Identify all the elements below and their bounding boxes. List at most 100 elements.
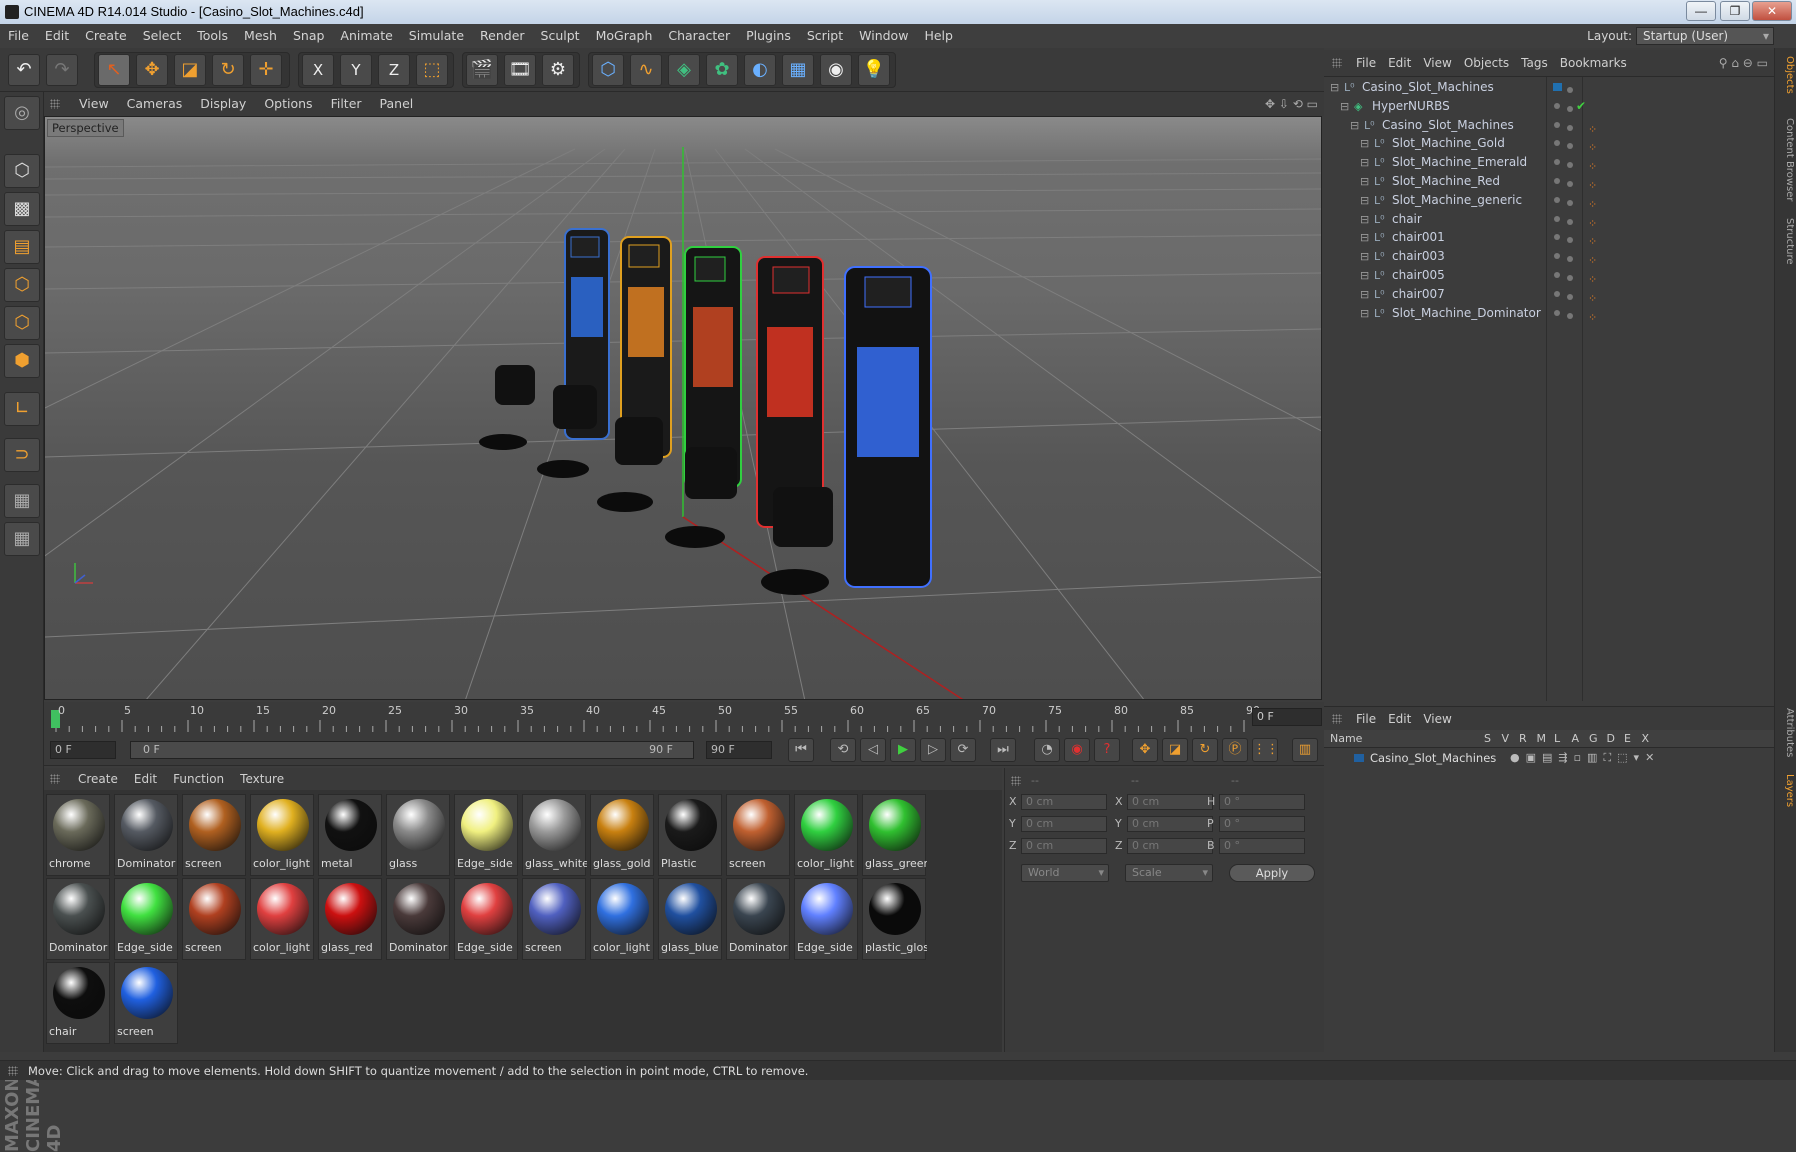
texture-tag-icon[interactable]: ⁘ — [1588, 231, 1598, 248]
render-visibility-dot[interactable] — [1567, 162, 1573, 169]
material-menu-create[interactable]: Create — [70, 768, 126, 790]
object-menu-objects[interactable]: Objects — [1458, 50, 1515, 76]
material-swatch[interactable]: color_light — [250, 794, 314, 876]
expand-toggle-icon[interactable]: ⊟ — [1360, 288, 1372, 301]
material-swatch[interactable]: chair — [46, 962, 110, 1044]
material-swatch[interactable]: chrome — [46, 794, 110, 876]
expand-toggle-icon[interactable]: ⊟ — [1350, 119, 1362, 132]
polygons-mode-icon[interactable]: ⬢ — [4, 344, 40, 378]
editor-visibility-dot[interactable] — [1554, 121, 1560, 128]
workplane-mode-icon[interactable]: ▤ — [4, 230, 40, 264]
x-axis-icon[interactable]: X — [302, 54, 334, 86]
rotate-icon[interactable]: ↻ — [212, 54, 244, 86]
menu-simulate[interactable]: Simulate — [401, 24, 472, 48]
planar-workplane-icon[interactable]: ▦ — [4, 522, 40, 556]
key-point-level-icon[interactable]: ⋮⋮ — [1252, 738, 1279, 762]
deformer-icon[interactable]: ◐ — [744, 54, 776, 86]
edit-render-settings-icon[interactable]: ⚙ — [542, 54, 574, 86]
coord-value-field[interactable]: 0 cm — [1021, 816, 1107, 832]
undo-icon[interactable]: ↶ — [8, 54, 40, 86]
viewport-menu-filter[interactable]: Filter — [322, 92, 371, 116]
material-swatch[interactable]: plastic_glossy — [862, 878, 927, 960]
menu-select[interactable]: Select — [135, 24, 190, 48]
cube-icon[interactable]: ⬡ — [592, 54, 624, 86]
axis-mode-icon[interactable]: ∟ — [4, 392, 40, 426]
texture-tag-icon[interactable]: ⁘ — [1588, 288, 1598, 305]
end-frame-field[interactable]: 90 F — [706, 741, 772, 759]
render-visibility-dot[interactable] — [1567, 237, 1573, 244]
layout-dropdown[interactable]: Startup (User) ▾ — [1636, 27, 1774, 45]
material-swatch[interactable]: glass_blue — [658, 878, 722, 960]
editor-visibility-dot[interactable] — [1554, 253, 1560, 260]
light-icon[interactable]: 💡 — [858, 54, 890, 86]
editor-visibility-dot[interactable] — [1554, 215, 1560, 222]
play-icon[interactable]: ▶ — [890, 738, 916, 762]
viewport-menu-options[interactable]: Options — [255, 92, 321, 116]
texture-tag-icon[interactable]: ⁘ — [1588, 269, 1598, 286]
viewport-menu-view[interactable]: View — [70, 92, 118, 116]
record-keys-icon[interactable]: ◔ — [1034, 738, 1060, 762]
y-axis-icon[interactable]: Y — [340, 54, 372, 86]
material-swatch[interactable]: glass_gold — [590, 794, 654, 876]
viewport-navigation-icons[interactable]: ✥ ⇩ ⟲ ▭ — [1265, 92, 1318, 116]
editor-visibility-dot[interactable] — [1554, 272, 1560, 278]
nurbs-icon[interactable]: ◈ — [668, 54, 700, 86]
viewport-menu-panel[interactable]: Panel — [371, 92, 423, 116]
texture-mode-icon[interactable]: ▩ — [4, 192, 40, 226]
keyframe-selection-icon[interactable]: ? — [1094, 738, 1120, 762]
material-menu-edit[interactable]: Edit — [126, 768, 165, 790]
editor-visibility-dot[interactable] — [1554, 159, 1560, 166]
texture-tag-icon[interactable]: ⁘ — [1588, 137, 1598, 154]
expand-toggle-icon[interactable]: ⊟ — [1360, 194, 1372, 207]
tab-structure[interactable]: Structure — [1777, 218, 1795, 265]
material-swatch[interactable]: glass — [386, 794, 450, 876]
menu-tools[interactable]: Tools — [189, 24, 236, 48]
menu-file[interactable]: File — [0, 24, 37, 48]
material-swatch[interactable]: metal — [318, 794, 382, 876]
material-swatch[interactable]: Edge_side — [454, 794, 518, 876]
material-swatch[interactable]: Dominator — [386, 878, 450, 960]
editor-visibility-dot[interactable] — [1554, 140, 1560, 147]
material-menu-function[interactable]: Function — [165, 768, 232, 790]
expand-toggle-icon[interactable]: ⊟ — [1360, 137, 1372, 150]
render-visibility-dot[interactable] — [1567, 275, 1573, 281]
timeline-ruler[interactable]: 051015202530354045505560657075808590 — [44, 702, 1324, 734]
previous-frame-icon[interactable]: ◁ — [860, 738, 886, 762]
texture-tag-icon[interactable]: ⁘ — [1588, 307, 1598, 324]
coord-value-field[interactable]: 0 cm — [1021, 794, 1107, 810]
layer-column-r[interactable]: R — [1519, 730, 1527, 748]
material-swatch[interactable]: color_light — [250, 878, 314, 960]
material-menu-texture[interactable]: Texture — [232, 768, 292, 790]
expand-toggle-icon[interactable]: ⊟ — [1360, 250, 1372, 263]
menu-create[interactable]: Create — [77, 24, 135, 48]
move-icon[interactable]: ✥ — [136, 54, 168, 86]
edges-mode-icon[interactable]: ⬡ — [4, 306, 40, 340]
texture-tag-icon[interactable]: ⁘ — [1588, 119, 1598, 136]
render-view-icon[interactable]: 🎬 — [466, 54, 498, 86]
material-swatch[interactable]: screen — [726, 794, 790, 876]
render-visibility-dot[interactable] — [1567, 256, 1573, 263]
current-frame-field[interactable]: 0 F — [1252, 708, 1322, 726]
layer-menu-file[interactable]: File — [1350, 707, 1382, 731]
key-scale-icon[interactable]: ◪ — [1162, 738, 1188, 762]
editor-visibility-dot[interactable] — [1554, 196, 1560, 203]
layer-column-m[interactable]: M — [1537, 730, 1547, 748]
material-swatch[interactable]: screen — [182, 878, 246, 960]
tab-objects[interactable]: Objects — [1777, 56, 1795, 94]
spline-icon[interactable]: ∿ — [630, 54, 662, 86]
object-menu-edit[interactable]: Edit — [1382, 50, 1417, 76]
layer-column-g[interactable]: G — [1589, 730, 1598, 748]
menu-snap[interactable]: Snap — [285, 24, 332, 48]
last-tool-icon[interactable]: ✛ — [250, 54, 282, 86]
menu-plugins[interactable]: Plugins — [738, 24, 799, 48]
live-selection-icon[interactable]: ↖ — [98, 54, 130, 86]
magnet-icon[interactable]: ⊃ — [4, 438, 40, 472]
coord-value-field[interactable]: 0 cm — [1127, 838, 1213, 854]
key-parameter-icon[interactable]: Ⓟ — [1222, 738, 1248, 762]
object-menu-tags[interactable]: Tags — [1515, 50, 1554, 76]
material-swatch[interactable]: Dominator — [114, 794, 178, 876]
render-visibility-dot[interactable] — [1567, 199, 1573, 206]
next-frame-icon[interactable]: ▷ — [920, 738, 946, 762]
key-position-icon[interactable]: ✥ — [1132, 738, 1158, 762]
object-menu-view[interactable]: View — [1417, 50, 1457, 76]
